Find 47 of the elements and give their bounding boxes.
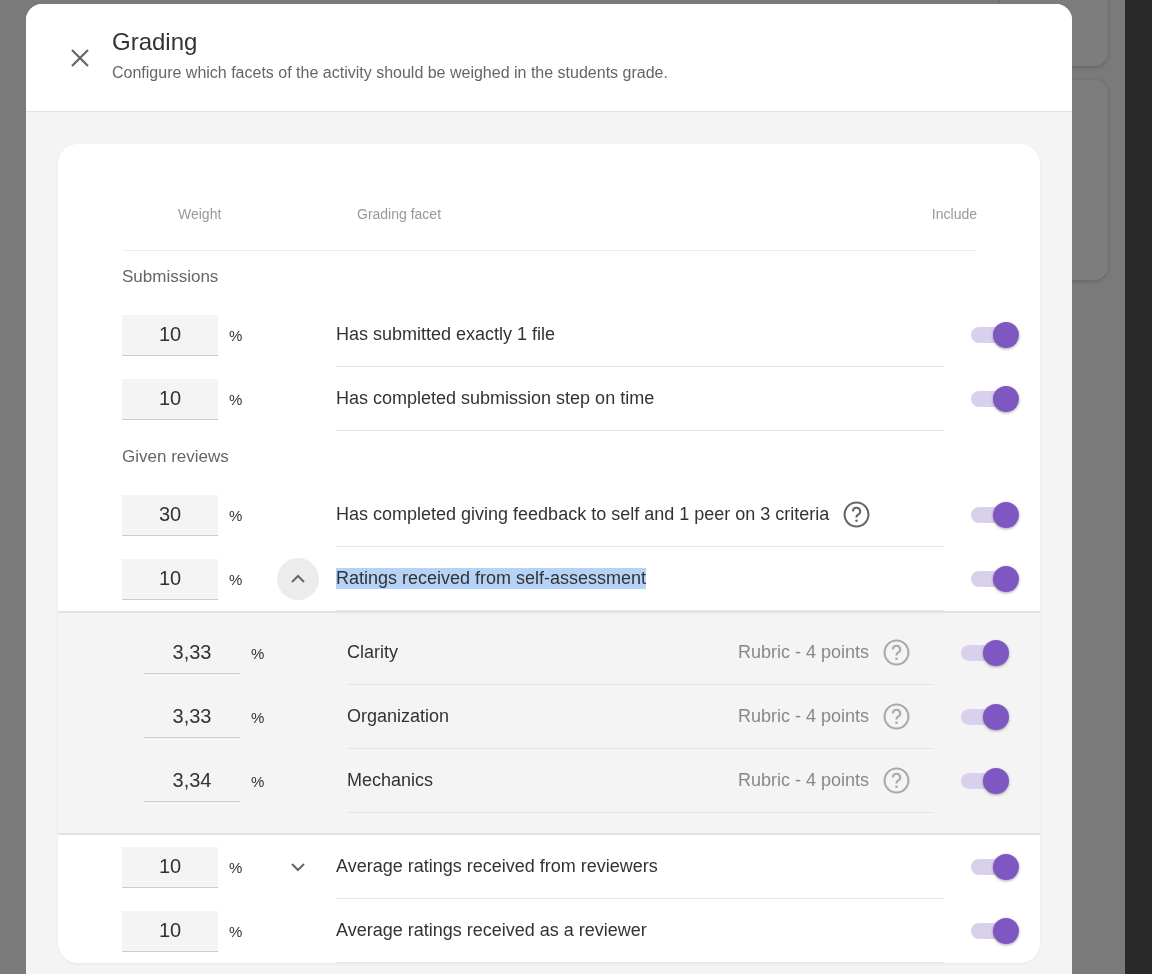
percent-label: % (251, 644, 266, 662)
dialog-title: Grading (112, 28, 199, 56)
weight-field[interactable]: 10 (122, 846, 218, 888)
facet-label: Ratings received from self-assessment (336, 568, 647, 589)
section-title: Submissions (122, 267, 220, 288)
chevron-down-icon (290, 862, 306, 872)
include-toggle[interactable] (961, 768, 1009, 794)
facet-label: Has completed giving feedback to self and 1 peer on 3 criteria (336, 504, 830, 525)
percent-label: % (251, 772, 266, 790)
include-toggle[interactable] (971, 386, 1019, 412)
facet-label: Has completed submission step on time (336, 388, 655, 409)
include-toggle[interactable] (971, 566, 1019, 592)
percent-label: % (229, 390, 244, 408)
rubric-label: Rubric - 4 points (737, 706, 869, 727)
weight-field[interactable]: 10 (122, 910, 218, 952)
weight-field[interactable]: 30 (122, 494, 218, 536)
column-header: Weight (178, 206, 223, 224)
weight-field[interactable]: 10 (122, 314, 218, 356)
criterion-label: Mechanics (347, 770, 434, 791)
facet-label: Has submitted exactly 1 file (336, 324, 556, 345)
column-header: Include (931, 206, 977, 224)
include-toggle[interactable] (961, 704, 1009, 730)
percent-label: % (229, 326, 244, 344)
include-toggle[interactable] (971, 502, 1019, 528)
include-toggle[interactable] (971, 322, 1019, 348)
percent-label: % (229, 922, 244, 940)
percent-label: % (229, 506, 244, 524)
chevron-up-icon (290, 574, 306, 584)
help-icon[interactable] (843, 501, 871, 528)
include-toggle[interactable] (961, 640, 1009, 666)
section-title: Given reviews (122, 447, 230, 468)
close-icon (69, 47, 91, 69)
facet-label: Average ratings received from reviewers (336, 856, 658, 877)
column-header: Grading facet (357, 206, 443, 224)
include-toggle[interactable] (971, 918, 1019, 944)
criterion-label: Organization (347, 706, 450, 727)
rubric-label: Rubric - 4 points (737, 642, 869, 663)
dialog-subtitle: Configure which facets of the activity should be weighed in the students grade. (112, 64, 668, 82)
weight-field[interactable]: 10 (122, 378, 218, 420)
percent-label: % (229, 858, 244, 876)
percent-label: % (251, 708, 266, 726)
percent-label: % (229, 570, 244, 588)
rubric-label: Rubric - 4 points (737, 770, 869, 791)
criterion-label: Clarity (347, 642, 398, 663)
weight-field[interactable]: 10 (122, 558, 218, 600)
include-toggle[interactable] (971, 854, 1019, 880)
facet-label: Average ratings received as a reviewer (336, 920, 647, 941)
